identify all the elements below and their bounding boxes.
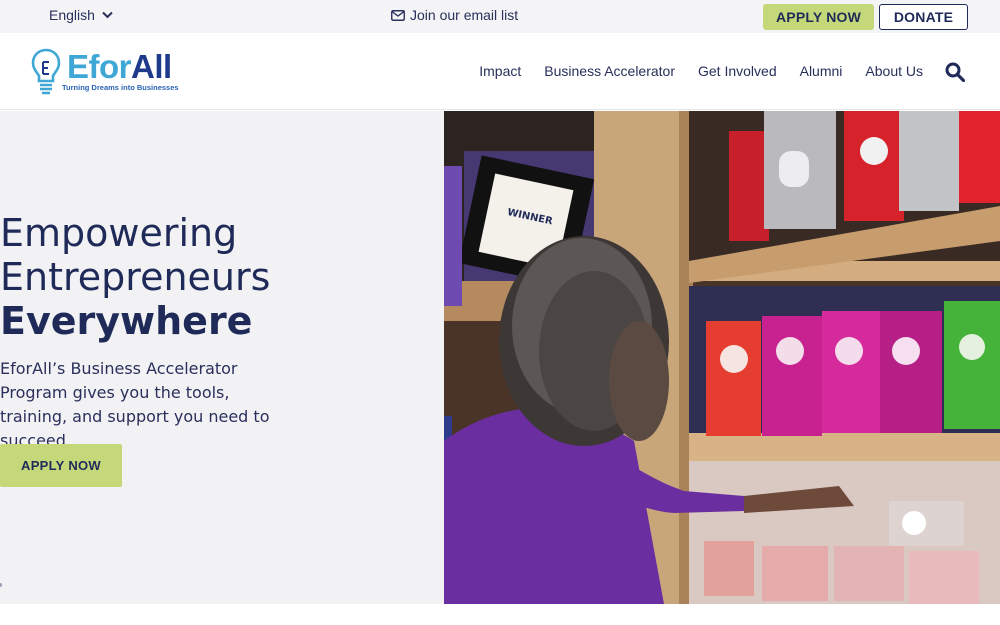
main-header: EforAll Turning Dreams into Businesses I…	[0, 33, 1000, 110]
nav-item-get-involved[interactable]: Get Involved	[698, 63, 777, 79]
hero-heading-line-3: Everywhere	[0, 299, 253, 343]
primary-nav: Impact Business Accelerator Get Involved…	[479, 63, 923, 79]
email-link-label: Join our email list	[410, 7, 519, 23]
page-bottom-strip	[0, 604, 1000, 625]
chevron-down-icon	[102, 11, 113, 19]
hero-heading-line-1: Empowering	[0, 211, 238, 255]
carousel-indicator[interactable]	[0, 583, 2, 587]
language-label: English	[49, 7, 95, 23]
hero-apply-now-button[interactable]: APPLY NOW	[0, 444, 122, 487]
eforall-logo[interactable]: EforAll Turning Dreams into Businesses	[31, 47, 181, 97]
email-signup-link[interactable]: Join our email list	[391, 7, 518, 23]
hero-photo: WINNER	[444, 111, 1000, 604]
language-selector[interactable]: English	[49, 7, 113, 23]
utility-bar: English Join our email list APPLY NOW DO…	[0, 0, 1000, 33]
nav-item-alumni[interactable]: Alumni	[800, 63, 843, 79]
donate-button[interactable]: DONATE	[879, 4, 968, 30]
nav-item-impact[interactable]: Impact	[479, 63, 521, 79]
nav-item-business-accelerator[interactable]: Business Accelerator	[544, 63, 675, 79]
hero-text: Empowering Entrepreneurs Everywhere Efor…	[0, 211, 440, 453]
hero-heading-line-2: Entrepreneurs	[0, 255, 271, 299]
mail-icon	[391, 9, 405, 21]
nav-item-about-us[interactable]: About Us	[865, 63, 923, 79]
logo-wordmark: EforAll	[67, 48, 172, 85]
logo-tagline: Turning Dreams into Businesses	[62, 83, 179, 92]
search-icon[interactable]	[945, 62, 965, 82]
hero-subtitle: EforAll’s Business Accelerator Program g…	[0, 359, 270, 450]
hero-section: Empowering Entrepreneurs Everywhere Efor…	[0, 111, 1000, 604]
lightbulb-icon	[31, 48, 61, 95]
apply-now-button[interactable]: APPLY NOW	[763, 4, 874, 30]
shop-photo-illustration: WINNER	[444, 111, 1000, 604]
